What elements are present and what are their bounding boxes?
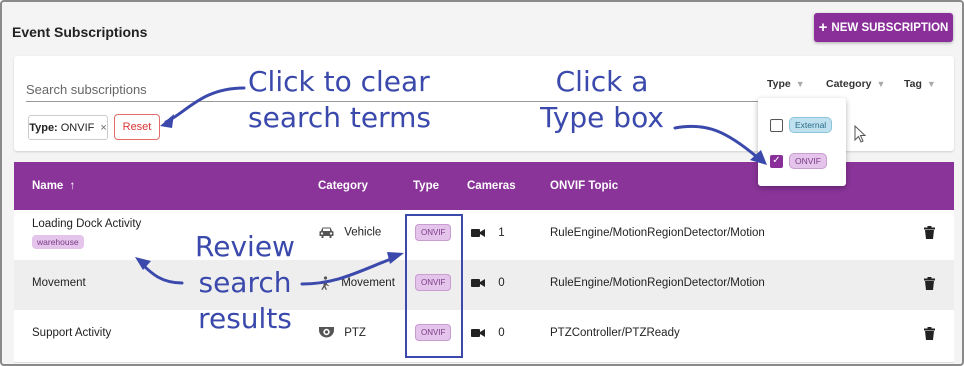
- arrow-to-type-column: [300, 255, 398, 286]
- event-subscriptions-panel: Event Subscriptions + NEW SUBSCRIPTION S…: [0, 0, 964, 366]
- arrow-to-reset-button: [164, 86, 246, 124]
- arrow-to-loading-dock-row: [140, 262, 184, 285]
- arrow-to-onvif-checkbox: [673, 124, 759, 159]
- annotation-arrows: [135, 86, 767, 286]
